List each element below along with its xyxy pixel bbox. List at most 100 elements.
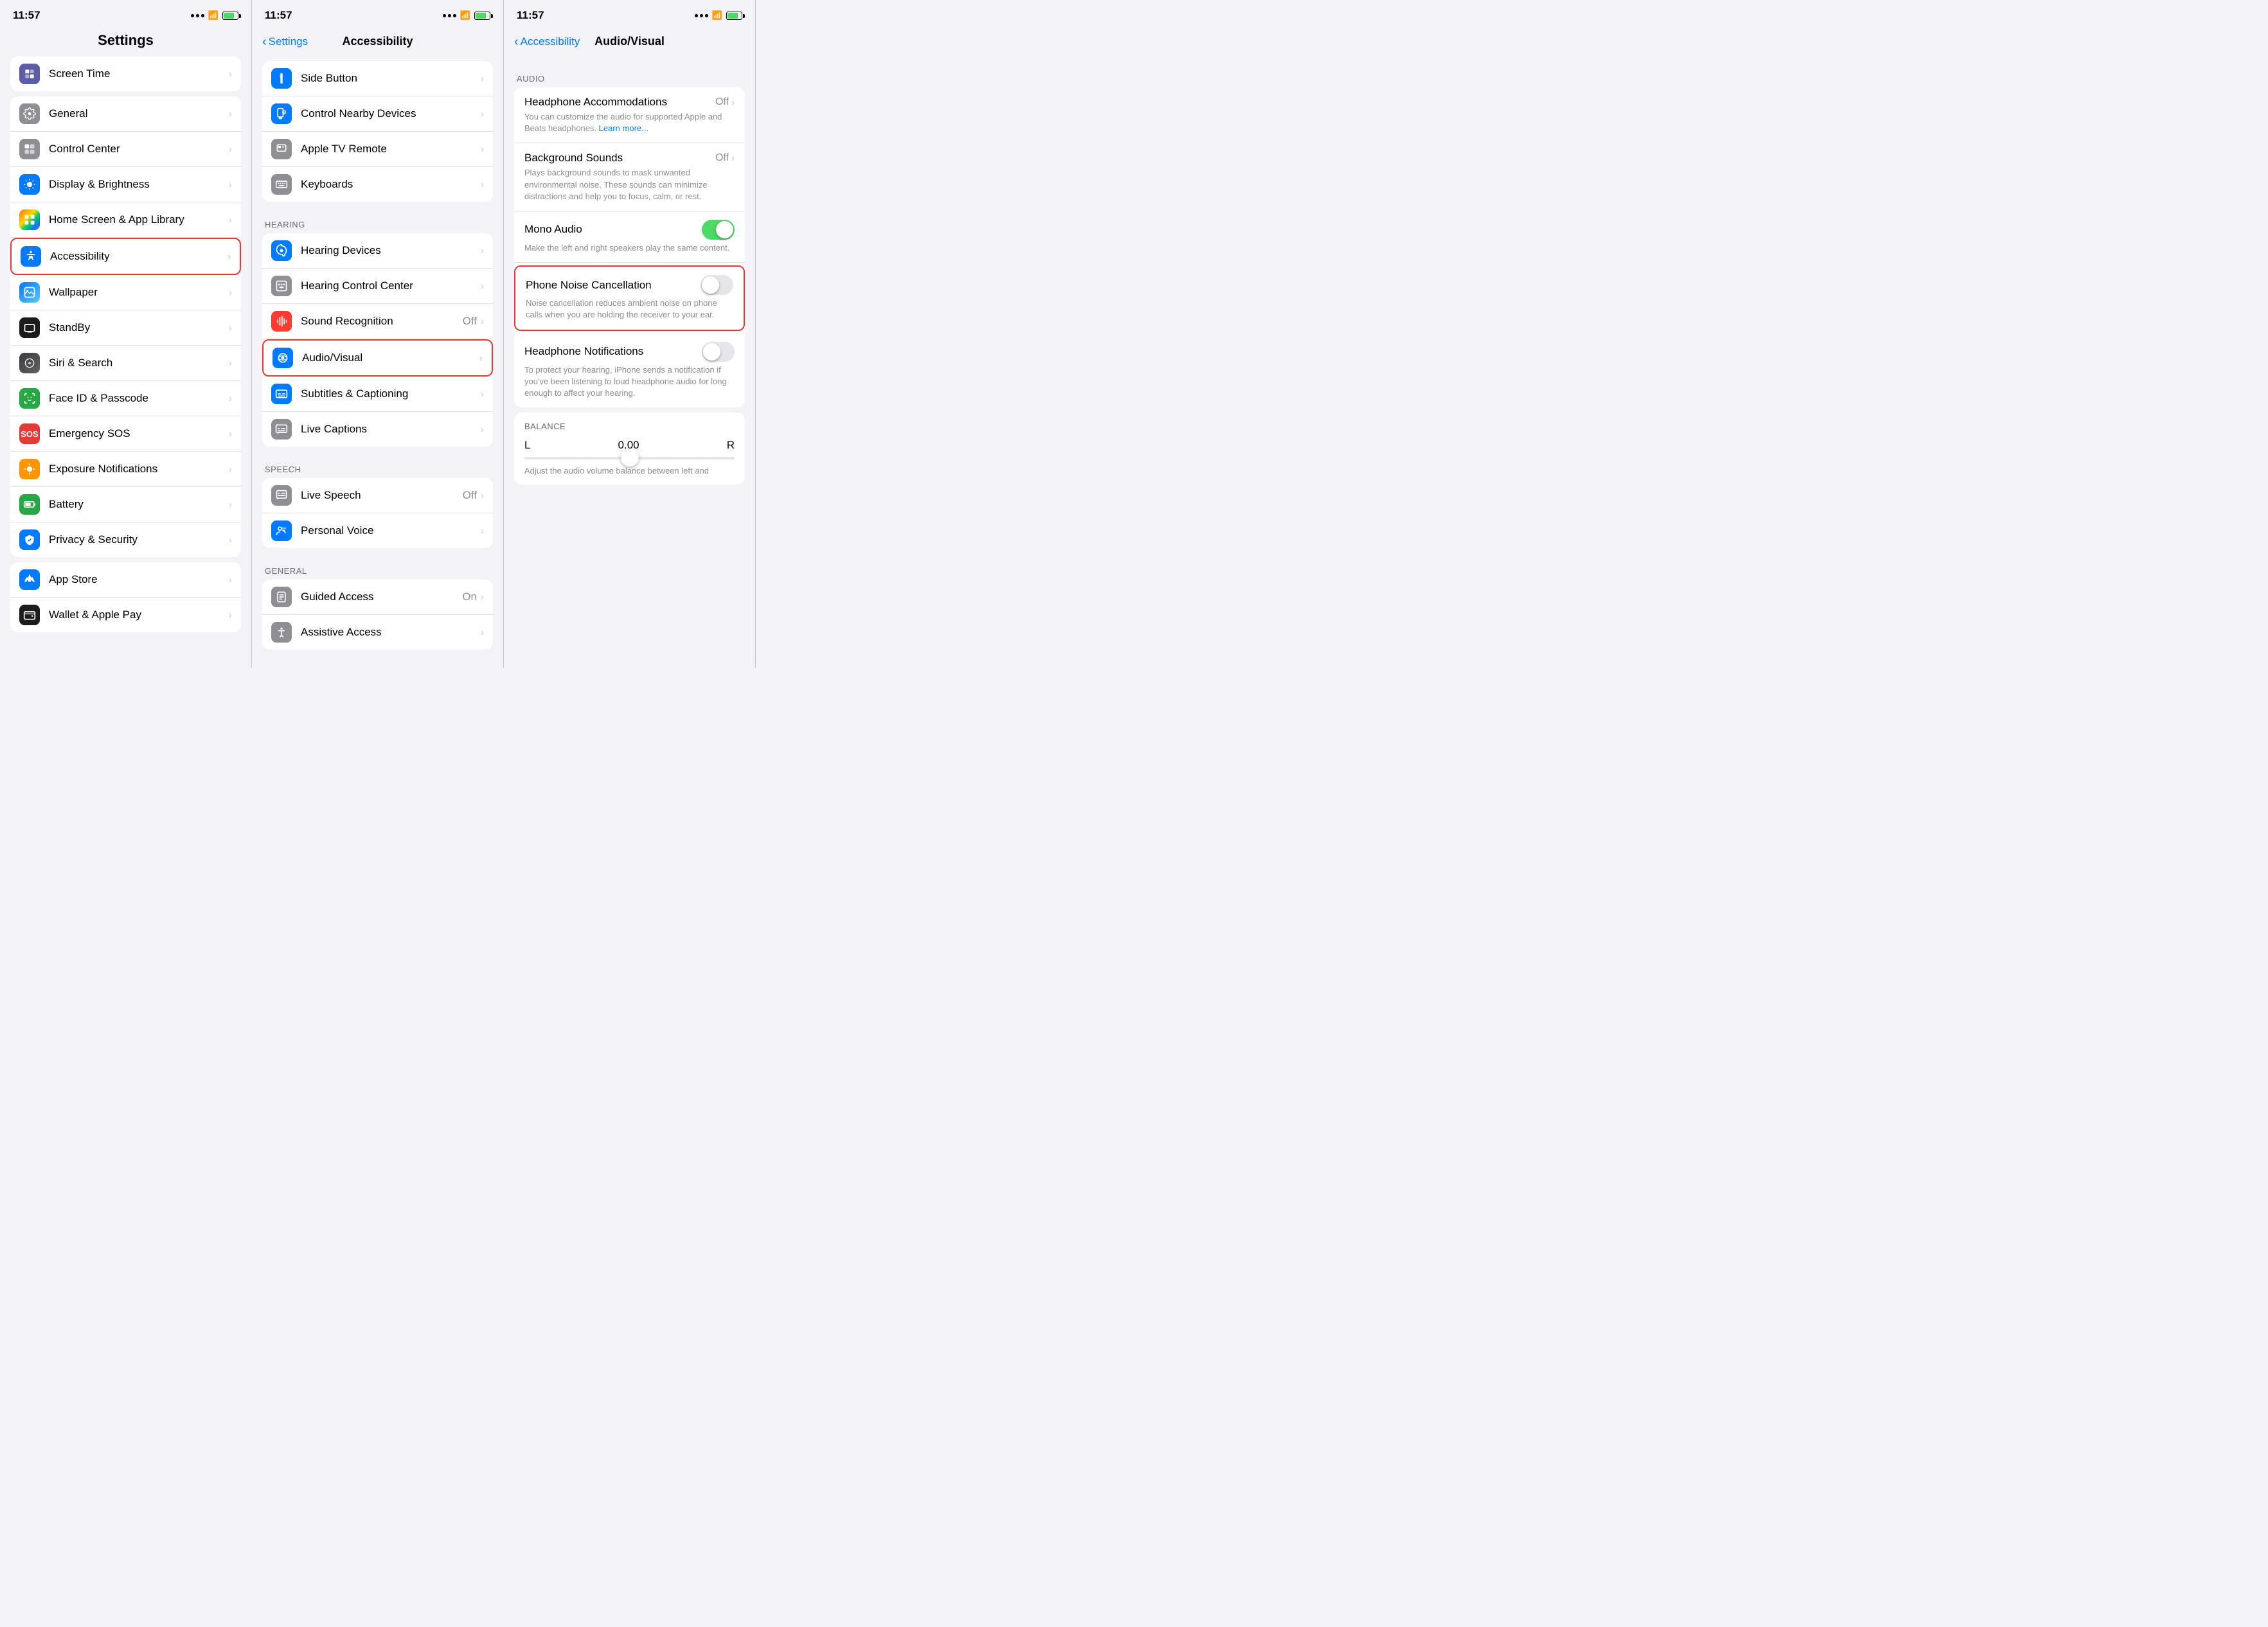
- left-panel: 11:57 📶 Settings Screen Time ›: [0, 0, 252, 668]
- chevron-side-btn: ›: [481, 73, 484, 84]
- headphone-notif-knob: [703, 343, 720, 360]
- sidebar-item-privacy[interactable]: Privacy & Security ›: [10, 522, 241, 557]
- av-item-background-sounds[interactable]: Background Sounds Off › Plays background…: [514, 143, 745, 211]
- menu-item-hearing-devices[interactable]: Hearing Devices ›: [262, 233, 493, 269]
- menu-item-audiovisual[interactable]: Audio/Visual ›: [262, 339, 493, 377]
- headphone-notif-desc: To protect your hearing, iPhone sends a …: [524, 364, 735, 400]
- sidebar-item-battery[interactable]: Battery ›: [10, 487, 241, 522]
- middle-title: Accessibility: [342, 35, 413, 48]
- headphone-acc-value: Off: [715, 96, 729, 108]
- chevron-screen-time: ›: [229, 69, 232, 80]
- live-captions-icon: [271, 419, 292, 440]
- phone-noise-row: Phone Noise Cancellation: [526, 275, 733, 295]
- av-item-mono-audio: Mono Audio Make the left and right speak…: [514, 211, 745, 263]
- sidebar-item-standby[interactable]: StandBy ›: [10, 310, 241, 346]
- balance-thumb[interactable]: [621, 449, 639, 467]
- menu-item-hearing-control[interactable]: Hearing Control Center ›: [262, 269, 493, 304]
- chevron-wallet: ›: [229, 610, 232, 621]
- learn-more-link[interactable]: Learn more...: [599, 123, 648, 133]
- accessibility-icon: [21, 246, 41, 267]
- screen-time-label: Screen Time: [49, 67, 229, 80]
- sound-recognition-label: Sound Recognition: [301, 315, 463, 328]
- standby-label: StandBy: [49, 321, 229, 334]
- right-nav: ‹ Accessibility Audio/Visual: [514, 32, 745, 53]
- chevron-sound-rec: ›: [481, 316, 484, 327]
- wallet-icon: [19, 605, 40, 625]
- hearing-ctrl-icon: [271, 276, 292, 296]
- middle-header: ‹ Settings Accessibility: [252, 27, 503, 61]
- balance-r-label: R: [727, 439, 735, 452]
- right-title: Audio/Visual: [594, 35, 665, 48]
- battery-icon-m: [474, 12, 490, 20]
- status-icons-middle: 📶: [443, 10, 490, 21]
- general-section-header-m: GENERAL: [262, 553, 493, 580]
- sidebar-item-wallet[interactable]: Wallet & Apple Pay ›: [10, 598, 241, 632]
- control-nearby-label: Control Nearby Devices: [301, 107, 481, 120]
- mono-audio-toggle[interactable]: [702, 220, 735, 240]
- status-bar-left: 11:57 📶: [0, 0, 251, 27]
- appletv-icon: [271, 139, 292, 159]
- sidebar-item-screen-time[interactable]: Screen Time ›: [10, 57, 241, 91]
- menu-item-assistive[interactable]: Assistive Access ›: [262, 615, 493, 650]
- sidebar-item-appstore[interactable]: App Store ›: [10, 562, 241, 598]
- sidebar-item-faceid[interactable]: Face ID & Passcode ›: [10, 381, 241, 416]
- av-group-audio: Headphone Accommodations Off › You can c…: [514, 87, 745, 407]
- sidebar-item-wallpaper[interactable]: Wallpaper ›: [10, 275, 241, 310]
- sidebar-item-exposure[interactable]: Exposure Notifications ›: [10, 452, 241, 487]
- siri-icon: [19, 353, 40, 373]
- phone-noise-toggle[interactable]: [701, 275, 733, 295]
- chevron-control-center: ›: [229, 144, 232, 155]
- audiovisual-label: Audio/Visual: [302, 351, 479, 364]
- speech-section-header: SPEECH: [262, 452, 493, 478]
- home-screen-label: Home Screen & App Library: [49, 213, 229, 226]
- menu-item-side-button[interactable]: Side Button ›: [262, 61, 493, 96]
- av-item-headphone-acc[interactable]: Headphone Accommodations Off › You can c…: [514, 87, 745, 143]
- back-accessibility-button[interactable]: ‹ Accessibility: [514, 35, 580, 48]
- right-header: ‹ Accessibility Audio/Visual: [504, 27, 755, 61]
- general-icon: [19, 103, 40, 124]
- phone-noise-label: Phone Noise Cancellation: [526, 279, 652, 292]
- menu-item-appletv[interactable]: Apple TV Remote ›: [262, 132, 493, 167]
- chevron-appstore: ›: [229, 574, 232, 585]
- back-settings-button[interactable]: ‹ Settings: [262, 35, 308, 48]
- menu-item-subtitles[interactable]: Subtitles & Captioning ›: [262, 377, 493, 412]
- control-center-icon: [19, 139, 40, 159]
- menu-item-personal-voice[interactable]: Personal Voice ›: [262, 513, 493, 548]
- sound-recognition-value: Off: [463, 315, 477, 328]
- menu-item-control-nearby[interactable]: Control Nearby Devices ›: [262, 96, 493, 132]
- exposure-icon: [19, 459, 40, 479]
- battery-settings-icon: [19, 494, 40, 515]
- chevron-keyboards: ›: [481, 179, 484, 190]
- sidebar-item-accessibility[interactable]: Accessibility ›: [10, 238, 241, 275]
- sidebar-item-emergency[interactable]: SOS Emergency SOS ›: [10, 416, 241, 452]
- wifi-icon: 📶: [208, 10, 219, 21]
- wifi-icon-r: 📶: [712, 10, 722, 21]
- chevron-bg-sounds: ›: [731, 153, 735, 164]
- side-button-label: Side Button: [301, 72, 481, 85]
- headphone-notif-row: Headphone Notifications: [524, 342, 735, 362]
- chevron-personal-voice: ›: [481, 526, 484, 537]
- left-scroll: Screen Time › General › Control Center ›: [0, 57, 251, 668]
- menu-item-live-speech[interactable]: Live Speech Off ›: [262, 478, 493, 513]
- headphone-notif-toggle[interactable]: [702, 342, 735, 362]
- menu-item-sound-recognition[interactable]: Sound Recognition Off ›: [262, 304, 493, 339]
- exposure-label: Exposure Notifications: [49, 463, 229, 476]
- screen-time-icon: [19, 64, 40, 84]
- headphone-notif-label: Headphone Notifications: [524, 345, 643, 358]
- back-chevron-m: ‹: [262, 35, 267, 48]
- menu-item-guided-access[interactable]: Guided Access On ›: [262, 580, 493, 615]
- sidebar-item-home-screen[interactable]: Home Screen & App Library ›: [10, 202, 241, 238]
- menu-item-keyboards[interactable]: Keyboards ›: [262, 167, 493, 202]
- sidebar-item-general[interactable]: General ›: [10, 96, 241, 132]
- guided-access-label: Guided Access: [301, 591, 462, 603]
- chevron-faceid: ›: [229, 393, 232, 404]
- sidebar-item-control-center[interactable]: Control Center ›: [10, 132, 241, 167]
- middle-group-speech: Live Speech Off › Personal Voice ›: [262, 478, 493, 548]
- balance-track[interactable]: [524, 457, 735, 459]
- sidebar-item-display[interactable]: Display & Brightness ›: [10, 167, 241, 202]
- chevron-live-speech: ›: [481, 490, 484, 501]
- chevron-audiovisual: ›: [479, 353, 483, 364]
- menu-item-live-captions[interactable]: Live Captions ›: [262, 412, 493, 447]
- sidebar-item-siri[interactable]: Siri & Search ›: [10, 346, 241, 381]
- back-accessibility-label: Accessibility: [521, 35, 580, 48]
